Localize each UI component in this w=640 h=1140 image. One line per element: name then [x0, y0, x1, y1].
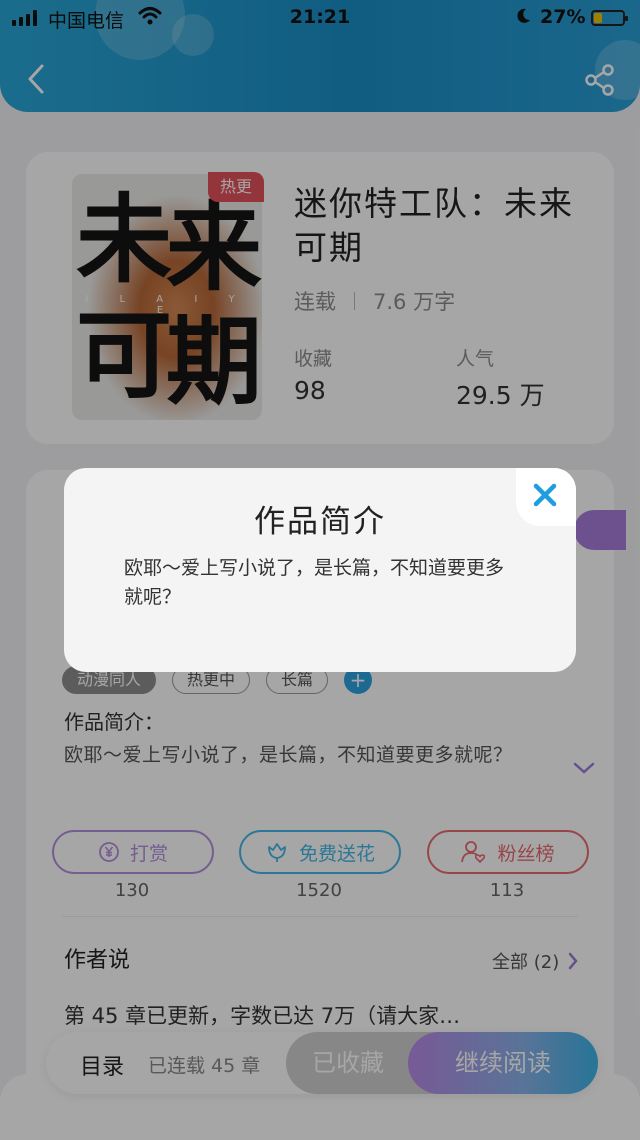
modal-body: 欧耶～爱上写小说了，是长篇，不知道要更多就呢？ — [124, 557, 505, 608]
close-button[interactable] — [516, 468, 576, 526]
modal-title: 作品简介 — [254, 504, 386, 540]
intro-modal: 作品简介 欧耶～爱上写小说了，是长篇，不知道要更多就呢？ — [64, 468, 576, 672]
close-icon — [533, 483, 557, 507]
